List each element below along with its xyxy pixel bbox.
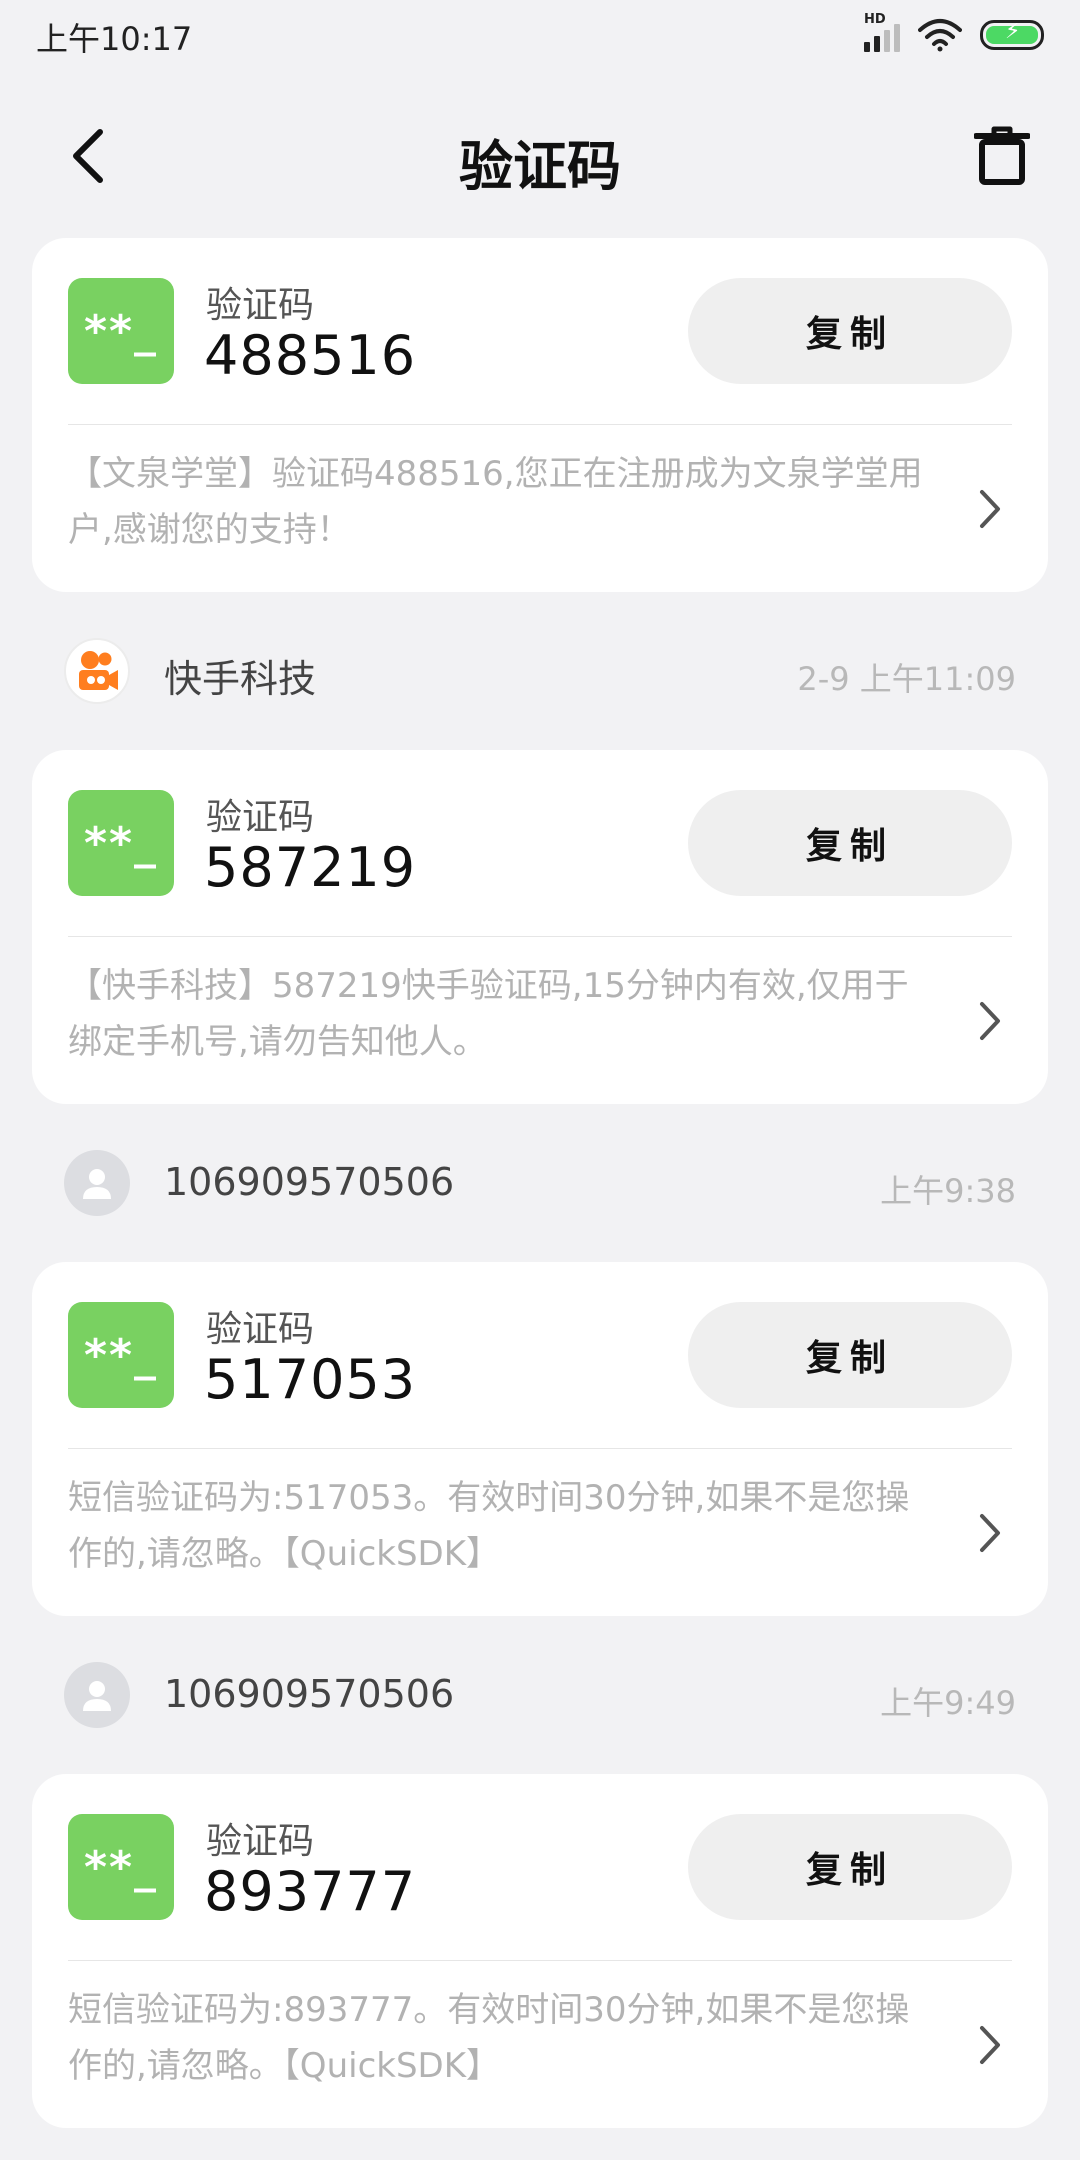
sender-row: 106909570506 上午9:38 — [0, 1104, 1080, 1262]
message-item: 106909570506 上午9:38 **_ 验证码 517053 复制 短信… — [0, 1104, 1080, 1616]
sender-name: 106909570506 — [164, 1672, 455, 1716]
sender-row: 快手科技 2-9 上午11:09 — [0, 592, 1080, 750]
chevron-right-icon[interactable] — [970, 2018, 1010, 2072]
copy-button[interactable]: 复制 — [688, 790, 1012, 896]
back-icon — [73, 129, 103, 183]
code-icon: **_ — [68, 1814, 174, 1920]
message-time: 上午9:49 — [880, 1684, 1016, 1722]
delete-button[interactable] — [964, 118, 1040, 194]
code-icon: **_ — [68, 1302, 174, 1408]
wifi-icon — [918, 19, 962, 52]
code-label: 验证码 — [206, 797, 315, 838]
code-card[interactable]: **_ 验证码 488516 复制 【文泉学堂】验证码488516,您正在注册成… — [32, 238, 1048, 592]
code-label: 验证码 — [206, 1821, 315, 1862]
verification-code: 587219 — [204, 836, 417, 899]
status-time: 上午10:17 — [36, 20, 193, 58]
signal-icon: HD — [864, 12, 900, 52]
code-icon: **_ — [68, 790, 174, 896]
message-time: 2-9 上午11:09 — [797, 660, 1016, 698]
divider — [68, 424, 1012, 425]
chevron-right-icon[interactable] — [970, 994, 1010, 1048]
message-body: 【快手科技】587219快手验证码,15分钟内有效,仅用于绑定手机号,请勿告知他… — [68, 966, 909, 1062]
message-item: 快手科技 2-9 上午11:09 **_ 验证码 587219 复制 【快手科技… — [0, 592, 1080, 1104]
user-avatar-icon — [64, 1150, 130, 1216]
chevron-right-icon[interactable] — [970, 1506, 1010, 1560]
code-label: 验证码 — [206, 285, 315, 326]
status-bar: 上午10:17 HD ⚡ — [0, 0, 1080, 72]
copy-button[interactable]: 复制 — [688, 1302, 1012, 1408]
message-body: 短信验证码为:893777。有效时间30分钟,如果不是您操作的,请忽略。【Qui… — [68, 1990, 910, 2086]
verification-code: 488516 — [204, 324, 417, 387]
copy-button[interactable]: 复制 — [688, 1814, 1012, 1920]
network-badge: HD — [864, 12, 886, 27]
copy-button[interactable]: 复制 — [688, 278, 1012, 384]
message-list: **_ 验证码 488516 复制 【文泉学堂】验证码488516,您正在注册成… — [0, 238, 1080, 2128]
code-card[interactable]: **_ 验证码 587219 复制 【快手科技】587219快手验证码,15分钟… — [32, 750, 1048, 1104]
trash-icon — [974, 126, 1030, 185]
code-card[interactable]: **_ 验证码 517053 复制 短信验证码为:517053。有效时间30分钟… — [32, 1262, 1048, 1616]
code-card[interactable]: **_ 验证码 893777 复制 短信验证码为:893777。有效时间30分钟… — [32, 1774, 1048, 2128]
divider — [68, 1448, 1012, 1449]
sender-name: 106909570506 — [164, 1160, 455, 1204]
message-body: 短信验证码为:517053。有效时间30分钟,如果不是您操作的,请忽略。【Qui… — [68, 1478, 910, 1574]
message-body: 【文泉学堂】验证码488516,您正在注册成为文泉学堂用户,感谢您的支持！ — [68, 454, 923, 550]
back-button[interactable] — [50, 118, 126, 194]
kuaishou-logo-icon — [64, 638, 130, 704]
divider — [68, 936, 1012, 937]
user-avatar-icon — [64, 1662, 130, 1728]
page-title: 验证码 — [459, 135, 621, 198]
status-icons: HD ⚡ — [864, 12, 1044, 52]
battery-charging-icon: ⚡ — [980, 20, 1044, 50]
verification-code: 517053 — [204, 1348, 417, 1411]
code-label: 验证码 — [206, 1309, 315, 1350]
sender-name: 快手科技 — [164, 657, 317, 701]
code-icon: **_ — [68, 278, 174, 384]
app-header: 验证码 — [0, 96, 1080, 216]
divider — [68, 1960, 1012, 1961]
chevron-right-icon[interactable] — [970, 482, 1010, 536]
verification-code: 893777 — [204, 1860, 417, 1923]
message-item: 106909570506 上午9:49 **_ 验证码 893777 复制 短信… — [0, 1616, 1080, 2128]
message-item: **_ 验证码 488516 复制 【文泉学堂】验证码488516,您正在注册成… — [0, 238, 1080, 592]
message-time: 上午9:38 — [880, 1172, 1016, 1210]
sender-row: 106909570506 上午9:49 — [0, 1616, 1080, 1774]
